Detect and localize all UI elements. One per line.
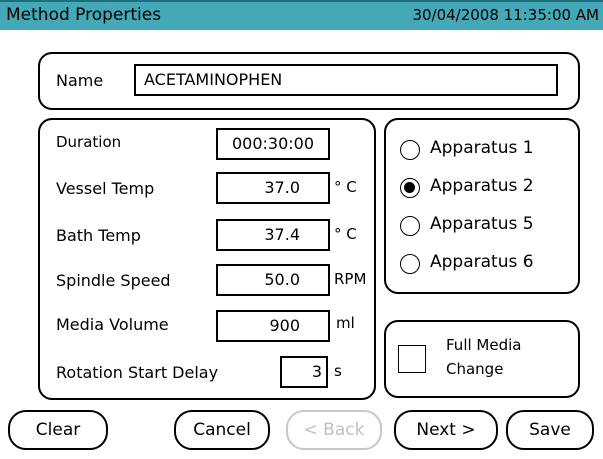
full-media-change-label-line2: Change — [446, 360, 504, 378]
rotation-delay-label: Rotation Start Delay — [56, 363, 219, 382]
apparatus-panel: Apparatus 1 Apparatus 2 Apparatus 5 Appa… — [384, 118, 580, 294]
spindle-speed-unit: RPM — [334, 270, 367, 288]
duration-field[interactable]: 000:30:00 — [216, 128, 330, 160]
radio-button-selected[interactable] — [400, 178, 420, 198]
bath-temp-field[interactable]: 37.4 — [216, 219, 330, 251]
back-button[interactable]: < Back — [286, 410, 382, 450]
bath-temp-label: Bath Temp — [56, 226, 141, 245]
apparatus-option[interactable]: Apparatus 6 — [386, 249, 578, 279]
apparatus-option-label: Apparatus 5 — [430, 214, 534, 234]
name-label: Name — [56, 71, 104, 90]
spindle-speed-field[interactable]: 50.0 — [216, 264, 330, 296]
cancel-button[interactable]: Cancel — [174, 410, 270, 450]
apparatus-option-label: Apparatus 1 — [430, 138, 534, 158]
spindle-speed-label: Spindle Speed — [56, 271, 171, 290]
media-volume-label: Media Volume — [56, 315, 169, 334]
vessel-temp-label: Vessel Temp — [56, 179, 155, 198]
media-volume-unit: ml — [336, 314, 355, 332]
window-title: Method Properties — [6, 5, 162, 25]
rotation-delay-unit: s — [334, 362, 342, 380]
apparatus-option[interactable]: Apparatus 5 — [386, 211, 578, 241]
radio-button[interactable] — [400, 140, 420, 160]
media-volume-field[interactable]: 900 — [216, 310, 330, 342]
full-media-change-checkbox[interactable] — [398, 345, 426, 373]
radio-button[interactable] — [400, 254, 420, 274]
vessel-temp-field[interactable]: 37.0 — [216, 172, 330, 204]
apparatus-option-label: Apparatus 6 — [430, 252, 534, 272]
name-field[interactable]: ACETAMINOPHEN — [134, 64, 558, 96]
next-button[interactable]: Next > — [394, 410, 498, 450]
vessel-temp-unit: ° C — [334, 178, 357, 196]
parameters-panel: Duration 000:30:00 Vessel Temp 37.0 ° C … — [38, 118, 376, 400]
radio-button[interactable] — [400, 216, 420, 236]
title-bar: Method Properties 30/04/2008 11:35:00 AM — [0, 0, 603, 30]
save-button[interactable]: Save — [506, 410, 594, 450]
bath-temp-unit: ° C — [334, 225, 357, 243]
apparatus-option-label: Apparatus 2 — [430, 176, 534, 196]
datetime-display: 30/04/2008 11:35:00 AM — [412, 6, 599, 24]
name-panel: Name ACETAMINOPHEN — [38, 52, 580, 110]
full-media-change-label-line1: Full Media — [446, 336, 522, 354]
apparatus-option[interactable]: Apparatus 1 — [386, 135, 578, 165]
rotation-delay-field[interactable]: 3 — [280, 356, 328, 388]
clear-button[interactable]: Clear — [8, 410, 108, 450]
media-change-panel: Full Media Change — [384, 320, 580, 398]
duration-label: Duration — [56, 133, 122, 151]
apparatus-option[interactable]: Apparatus 2 — [386, 173, 578, 203]
